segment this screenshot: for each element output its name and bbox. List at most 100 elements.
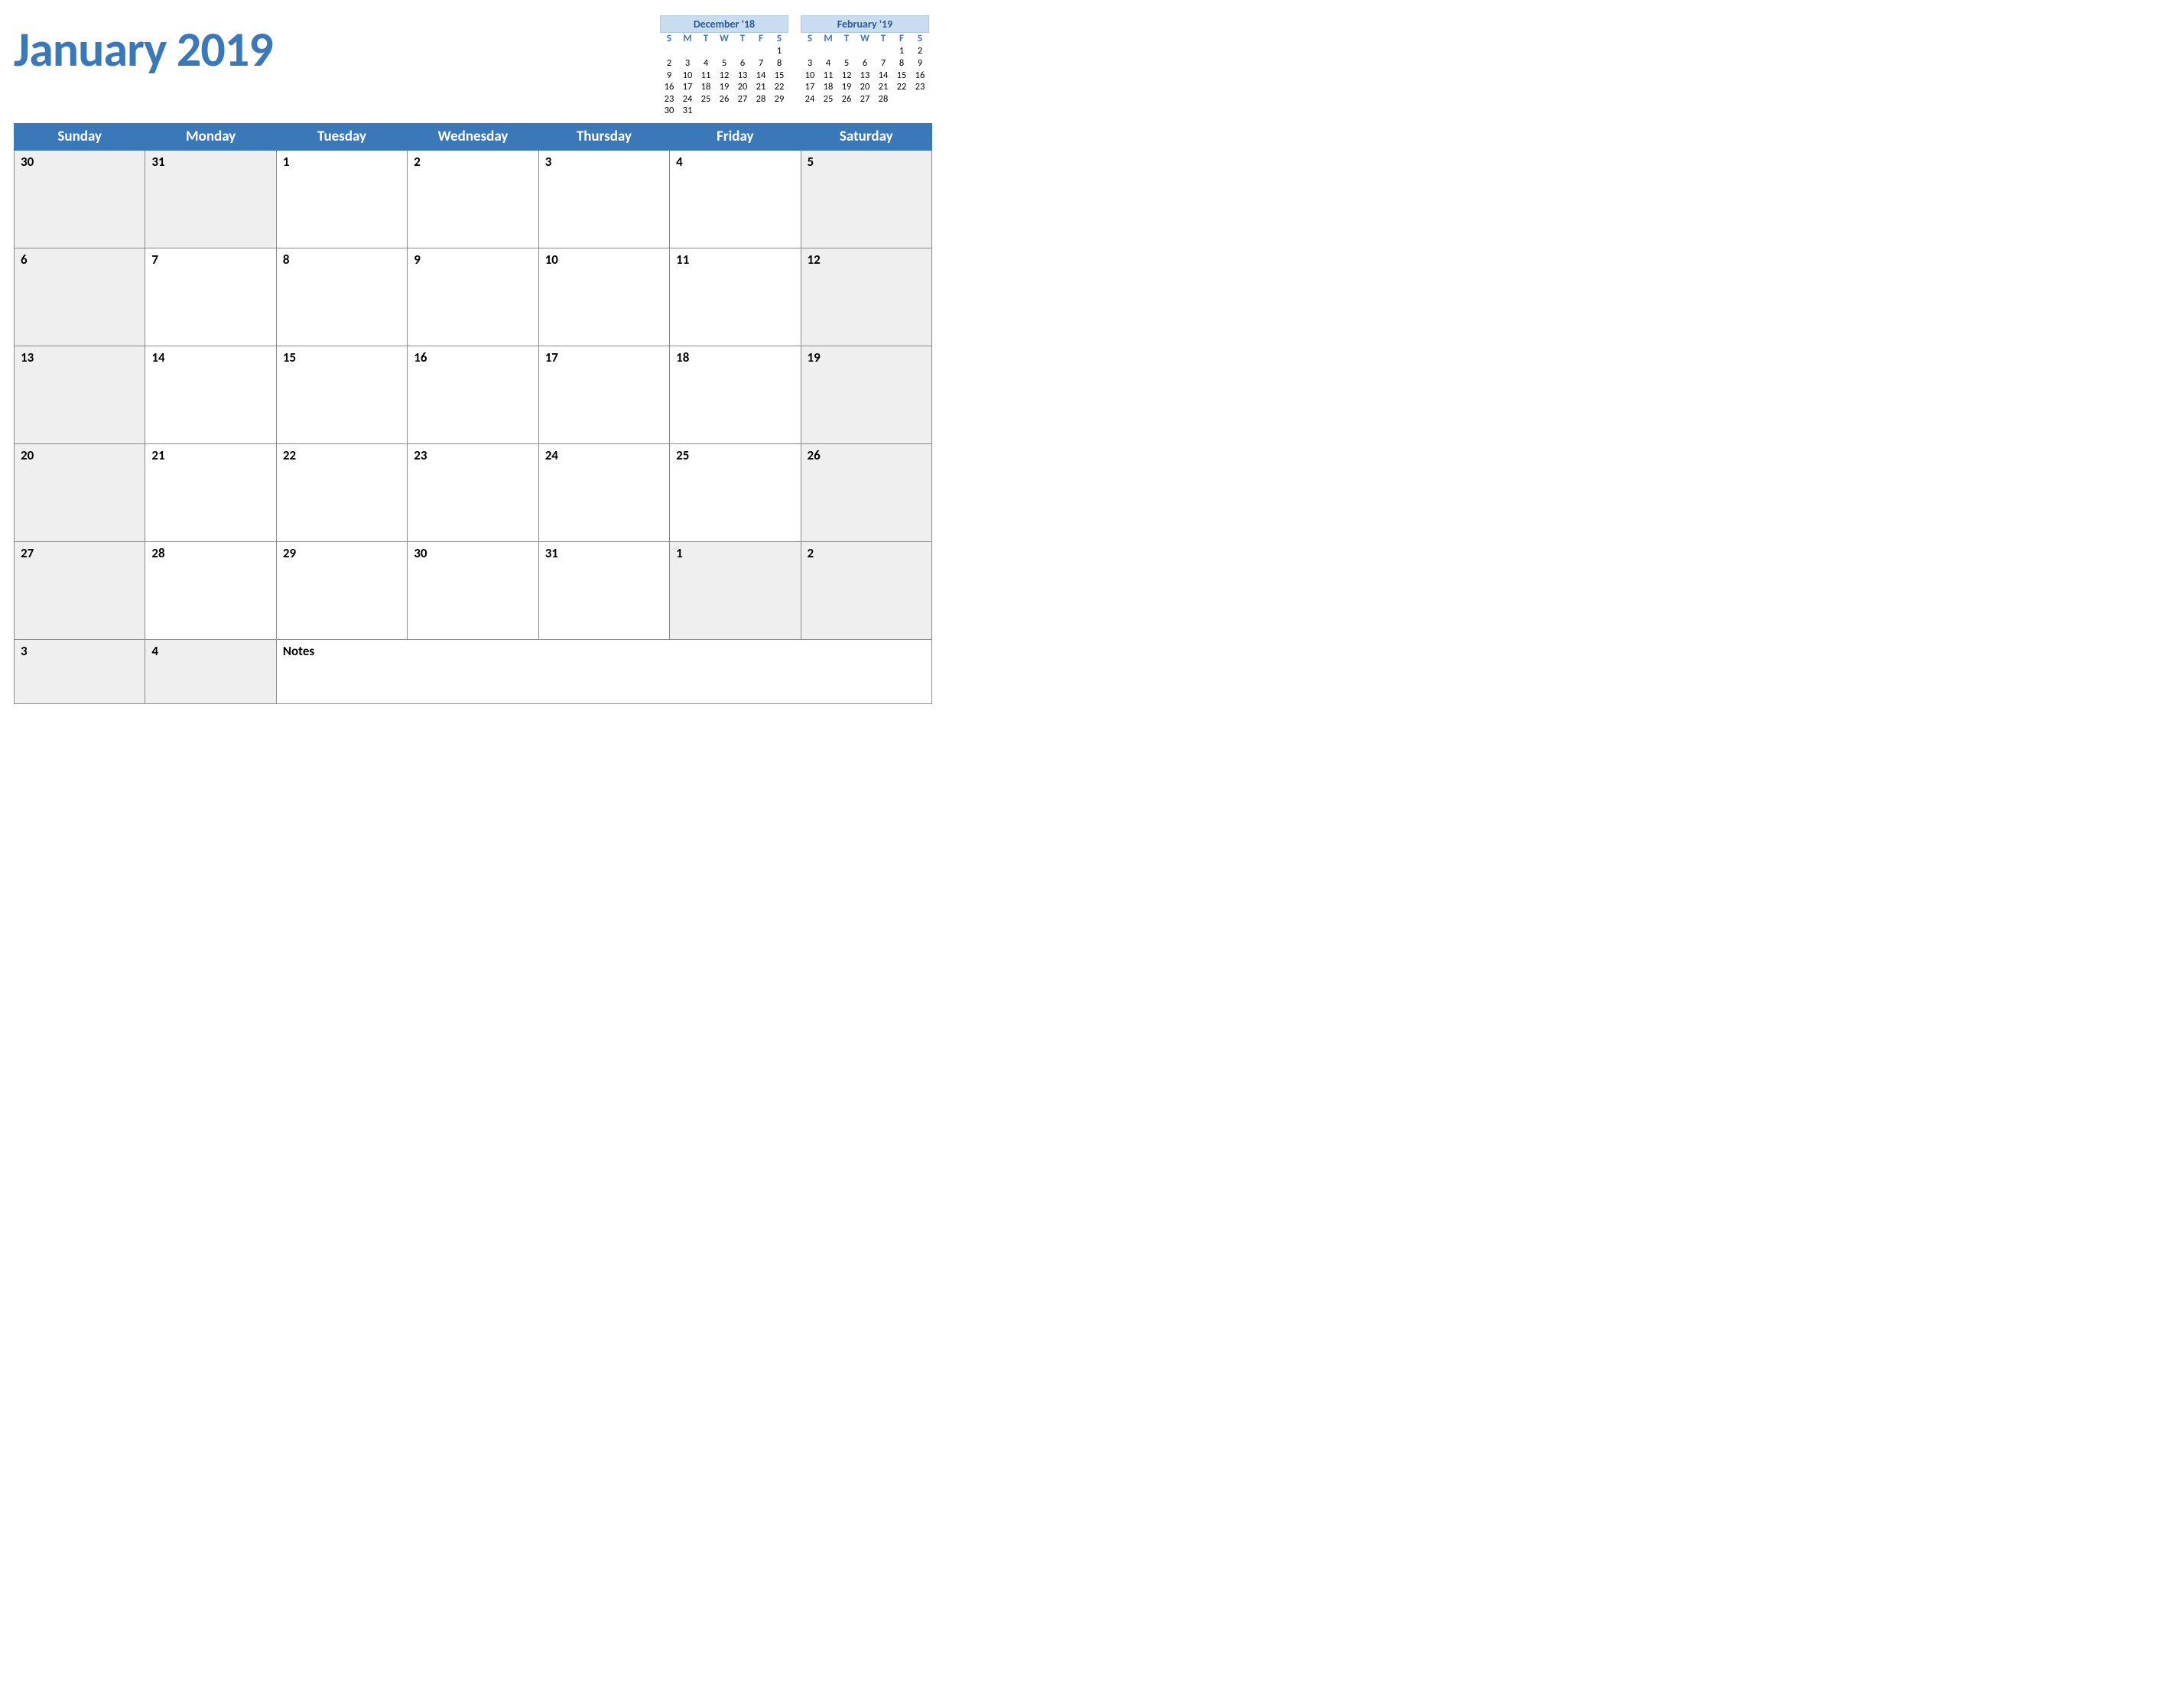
mini-cal-day: 15: [892, 70, 911, 82]
calendar-day[interactable]: 7: [145, 248, 276, 346]
calendar-day[interactable]: 10: [538, 248, 669, 346]
mini-cal-body: 1234567891011121314151617181920212223242…: [801, 45, 929, 105]
mini-cal-day: [752, 105, 770, 117]
calendar-day[interactable]: 11: [670, 248, 801, 346]
mini-cal-day: 10: [801, 70, 819, 82]
dow-header: Monday: [145, 124, 276, 151]
notes-cell[interactable]: Notes: [276, 640, 931, 704]
calendar-day[interactable]: 31: [538, 542, 669, 640]
calendar-day[interactable]: 14: [145, 346, 276, 444]
calendar-day[interactable]: 30: [408, 542, 538, 640]
calendar-day[interactable]: 1: [670, 542, 801, 640]
calendar-day[interactable]: 25: [670, 444, 801, 542]
calendar-header: January 2019 December '18 S M T W T F S …: [14, 15, 932, 117]
mini-cal-day: 11: [819, 70, 837, 82]
mini-cal-day: 21: [874, 81, 892, 93]
calendar-day[interactable]: 26: [801, 444, 931, 542]
mini-cal-day: 2: [911, 45, 929, 57]
mini-cal-day: 28: [752, 93, 770, 106]
calendar-day[interactable]: 31: [145, 151, 276, 248]
calendar-day[interactable]: 3: [15, 640, 145, 704]
mini-calendars: December '18 S M T W T F S 1234567891011…: [660, 15, 929, 117]
calendar-day[interactable]: 6: [15, 248, 145, 346]
calendar-day[interactable]: 5: [801, 151, 931, 248]
calendar-day[interactable]: 3: [538, 151, 669, 248]
mini-cal-day: 12: [715, 70, 733, 82]
mini-cal-day: 1: [892, 45, 911, 57]
mini-cal-day: 25: [697, 93, 715, 106]
mini-cal-day: 6: [856, 57, 874, 70]
mini-cal-day: 4: [819, 57, 837, 70]
calendar-day[interactable]: 15: [276, 346, 407, 444]
mini-cal-day: 2: [660, 57, 678, 70]
mini-cal-day: [819, 45, 837, 57]
mini-cal-row: 17181920212223: [801, 81, 929, 93]
mini-cal-day: 9: [911, 57, 929, 70]
calendar-day[interactable]: 22: [276, 444, 407, 542]
mini-cal-day: 6: [733, 57, 752, 70]
mini-cal-day: 17: [801, 81, 819, 93]
mini-cal-day: 7: [874, 57, 892, 70]
calendar-row: 13141516171819: [15, 346, 932, 444]
mini-cal-day: 11: [697, 70, 715, 82]
calendar-row: 303112345: [15, 151, 932, 248]
calendar-day[interactable]: 23: [408, 444, 538, 542]
dow-header: Saturday: [801, 124, 931, 151]
calendar-day[interactable]: 21: [145, 444, 276, 542]
mini-cal-day: 5: [715, 57, 733, 70]
dow-header: Wednesday: [408, 124, 538, 151]
mini-cal-row: 3031: [660, 105, 788, 117]
mini-cal-title: February '19: [801, 15, 929, 33]
mini-cal-row: 3456789: [801, 57, 929, 70]
mini-calendar-next: February '19 S M T W T F S 1234567891011…: [801, 15, 929, 117]
calendar-day[interactable]: 2: [801, 542, 931, 640]
calendar-row: 6789101112: [15, 248, 932, 346]
calendar-row: 20212223242526: [15, 444, 932, 542]
mini-cal-day: 26: [715, 93, 733, 106]
mini-cal-day: 1: [770, 45, 788, 57]
dow-header: Thursday: [538, 124, 669, 151]
mini-cal-day: 13: [733, 70, 752, 82]
calendar-day[interactable]: 17: [538, 346, 669, 444]
calendar-day[interactable]: 29: [276, 542, 407, 640]
calendar-day[interactable]: 12: [801, 248, 931, 346]
calendar-day[interactable]: 16: [408, 346, 538, 444]
mini-cal-day: [837, 45, 856, 57]
mini-cal-day: [733, 45, 752, 57]
mini-cal-day: 9: [660, 70, 678, 82]
calendar-day[interactable]: 24: [538, 444, 669, 542]
mini-cal-day: [801, 45, 819, 57]
dow-header-row: Sunday Monday Tuesday Wednesday Thursday…: [15, 124, 932, 151]
mini-cal-day: 15: [770, 70, 788, 82]
calendar-day[interactable]: 2: [408, 151, 538, 248]
calendar-day[interactable]: 13: [15, 346, 145, 444]
calendar-day[interactable]: 8: [276, 248, 407, 346]
mini-cal-day: 12: [837, 70, 856, 82]
mini-cal-day: 21: [752, 81, 770, 93]
mini-cal-day: 14: [874, 70, 892, 82]
calendar-day[interactable]: 18: [670, 346, 801, 444]
mini-cal-row: 23242526272829: [660, 93, 788, 106]
mini-cal-day: 22: [770, 81, 788, 93]
mini-cal-day: 18: [697, 81, 715, 93]
mini-cal-day: 26: [837, 93, 856, 106]
calendar-day[interactable]: 19: [801, 346, 931, 444]
calendar-day[interactable]: 1: [276, 151, 407, 248]
mini-cal-day: 19: [837, 81, 856, 93]
mini-cal-day: [770, 105, 788, 117]
calendar-day[interactable]: 30: [15, 151, 145, 248]
mini-cal-day: 13: [856, 70, 874, 82]
calendar-day[interactable]: 28: [145, 542, 276, 640]
mini-cal-day: [660, 45, 678, 57]
calendar-day[interactable]: 9: [408, 248, 538, 346]
calendar-day[interactable]: 4: [145, 640, 276, 704]
calendar-day[interactable]: 20: [15, 444, 145, 542]
calendar-day[interactable]: 4: [670, 151, 801, 248]
mini-cal-day: 16: [660, 81, 678, 93]
calendar-day[interactable]: 27: [15, 542, 145, 640]
mini-cal-day: [856, 45, 874, 57]
mini-cal-row: 1: [660, 45, 788, 57]
mini-cal-day: 3: [678, 57, 697, 70]
mini-cal-day: [874, 45, 892, 57]
mini-cal-day: 7: [752, 57, 770, 70]
